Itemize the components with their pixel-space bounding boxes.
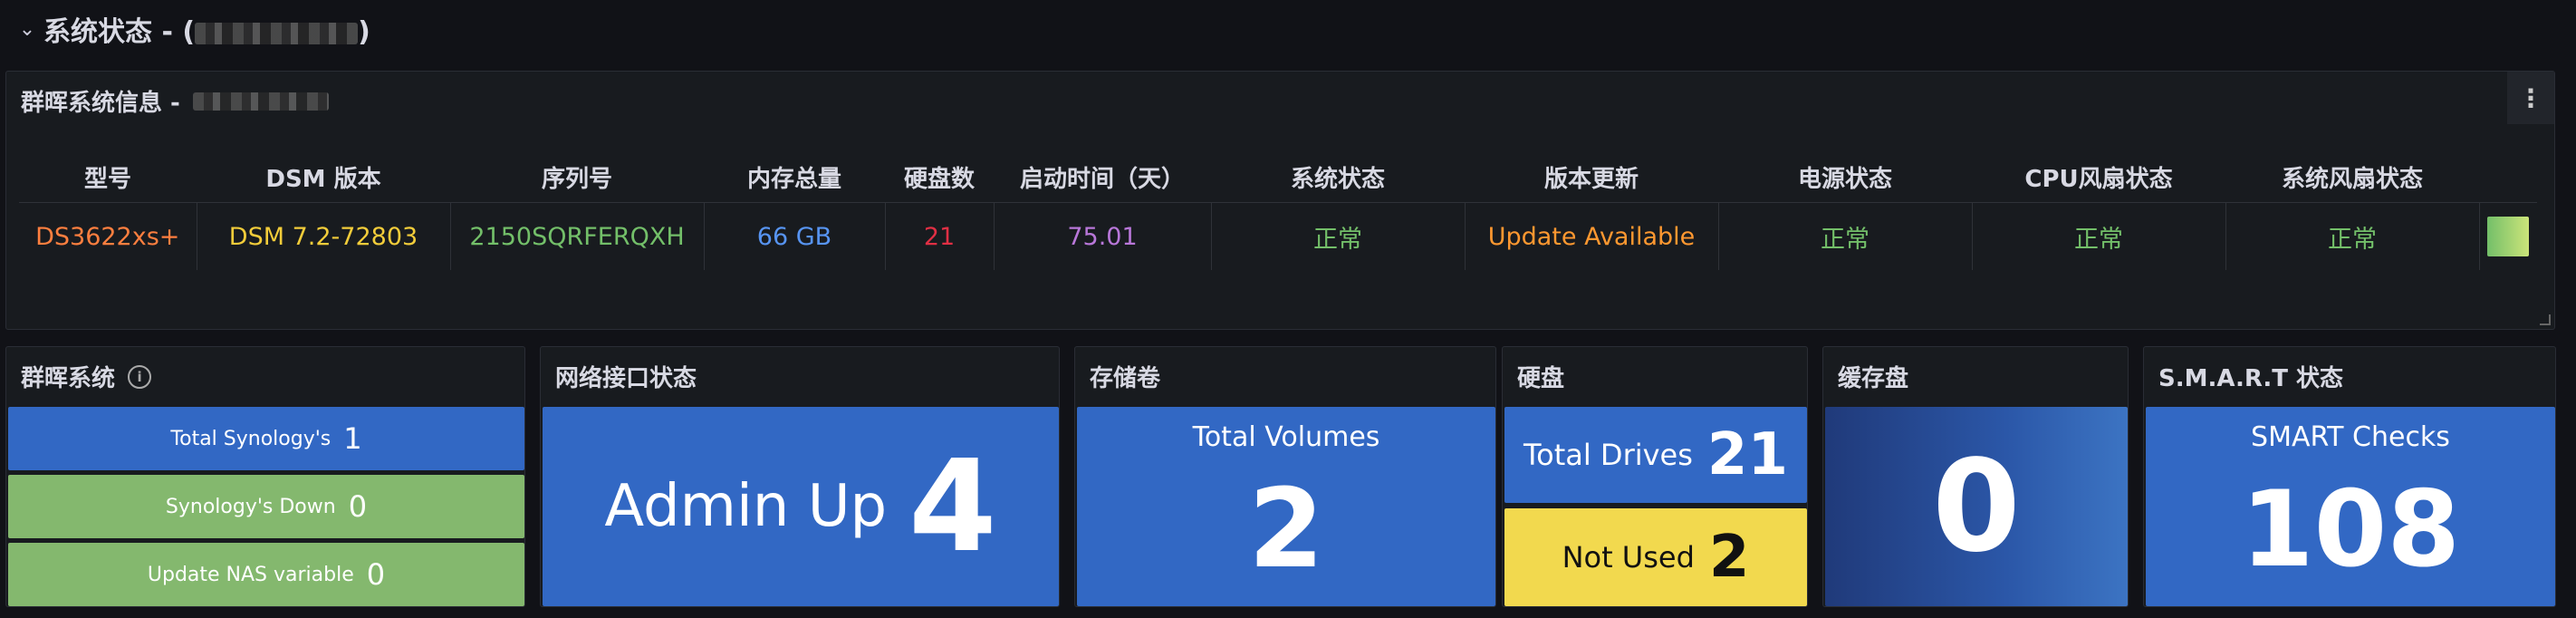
network-interface-panel: 网络接口状态 Admin Up 4 bbox=[540, 346, 1060, 607]
column-header[interactable]: 序列号 bbox=[450, 151, 704, 203]
panel-title: 网络接口状态 bbox=[555, 365, 697, 392]
cell-disk-count: 21 bbox=[885, 202, 995, 270]
column-header bbox=[2479, 151, 2537, 203]
stat-synology-down: Synology's Down 0 bbox=[8, 475, 524, 538]
column-header[interactable]: 硬盘数 bbox=[885, 151, 994, 203]
column-header[interactable]: 版本更新 bbox=[1465, 151, 1718, 203]
stat-smart-checks: SMART Checks 108 bbox=[2146, 407, 2555, 606]
column-header[interactable]: 型号 bbox=[19, 151, 197, 203]
column-header[interactable]: 启动时间（天） bbox=[994, 151, 1211, 203]
cell-system-fan: 正常 bbox=[2225, 202, 2480, 270]
storage-volumes-panel: 存储卷 Total Volumes 2 bbox=[1074, 346, 1496, 607]
stat-cache-count: 0 bbox=[1825, 407, 2128, 606]
chevron-down-icon[interactable]: ⌄ bbox=[18, 18, 36, 41]
info-table: 型号 DSM 版本 序列号 内存总量 硬盘数 启动时间（天） 系统状态 版本更新… bbox=[19, 151, 2537, 270]
row-title: 系统状态 - () bbox=[43, 16, 370, 48]
cell-dsm-version: DSM 7.2-72803 bbox=[197, 202, 451, 270]
redacted-host bbox=[192, 92, 329, 111]
cell-memory: 66 GB bbox=[704, 202, 886, 270]
synology-info-panel: 群晖系统信息 - ⋮ 型号 DSM 版本 序列号 内存总量 硬盘数 启动时间（天… bbox=[5, 71, 2555, 330]
column-header[interactable]: 电源状态 bbox=[1718, 151, 1972, 203]
stat-update-nas: Update NAS variable 0 bbox=[8, 543, 524, 606]
row-header[interactable]: ⌄ 系统状态 - () bbox=[18, 7, 370, 51]
cache-disk-panel: 缓存盘 0 bbox=[1822, 346, 2129, 607]
column-header[interactable]: DSM 版本 bbox=[197, 151, 450, 203]
stat-total-synology: Total Synology's 1 bbox=[8, 407, 524, 470]
panel-title: 存储卷 bbox=[1090, 365, 1161, 392]
stat-total-volumes: Total Volumes 2 bbox=[1077, 407, 1495, 606]
redacted-host bbox=[195, 22, 359, 44]
info-icon[interactable]: i bbox=[128, 364, 152, 389]
disks-panel: 硬盘 Total Drives 21 Not Used 2 bbox=[1502, 346, 1808, 607]
resize-handle[interactable] bbox=[2540, 314, 2551, 325]
panel-title: 硬盘 bbox=[1517, 365, 1565, 392]
panel-title: 群晖系统 i bbox=[21, 360, 152, 393]
smart-status-panel: S.M.A.R.T 状态 SMART Checks 108 bbox=[2143, 346, 2556, 607]
cell-cpu-fan: 正常 bbox=[1972, 202, 2226, 270]
cell-power-status: 正常 bbox=[1718, 202, 1973, 270]
cell-update: Update Available bbox=[1465, 202, 1719, 270]
cell-uptime: 75.01 bbox=[994, 202, 1212, 270]
panel-title: 缓存盘 bbox=[1838, 365, 1909, 392]
cell-serial: 2150SQRFERQXH bbox=[450, 202, 705, 270]
column-header[interactable]: 系统风扇状态 bbox=[2225, 151, 2479, 203]
table-row: DS3622xs+ DSM 7.2-72803 2150SQRFERQXH 66… bbox=[19, 202, 2537, 271]
stat-not-used: Not Used 2 bbox=[1504, 508, 1807, 606]
column-header[interactable]: CPU风扇状态 bbox=[1972, 151, 2225, 203]
synology-system-panel: 群晖系统 i Total Synology's 1 Synology's Dow… bbox=[5, 346, 525, 607]
panel-title: S.M.A.R.T 状态 bbox=[2158, 365, 2344, 392]
cell-model: DS3622xs+ bbox=[19, 202, 197, 270]
column-header[interactable]: 系统状态 bbox=[1211, 151, 1465, 203]
cell-color-swatch bbox=[2479, 203, 2537, 271]
panel-title: 群晖系统信息 - bbox=[21, 84, 329, 118]
column-header[interactable]: 内存总量 bbox=[704, 151, 885, 203]
stat-total-drives: Total Drives 21 bbox=[1504, 407, 1807, 503]
panel-menu-icon[interactable]: ⋮ bbox=[2507, 72, 2554, 124]
stat-admin-up: Admin Up 4 bbox=[543, 407, 1059, 606]
cell-system-status: 正常 bbox=[1211, 202, 1466, 270]
table-header-row: 型号 DSM 版本 序列号 内存总量 硬盘数 启动时间（天） 系统状态 版本更新… bbox=[19, 151, 2537, 203]
status-swatch bbox=[2487, 217, 2530, 256]
